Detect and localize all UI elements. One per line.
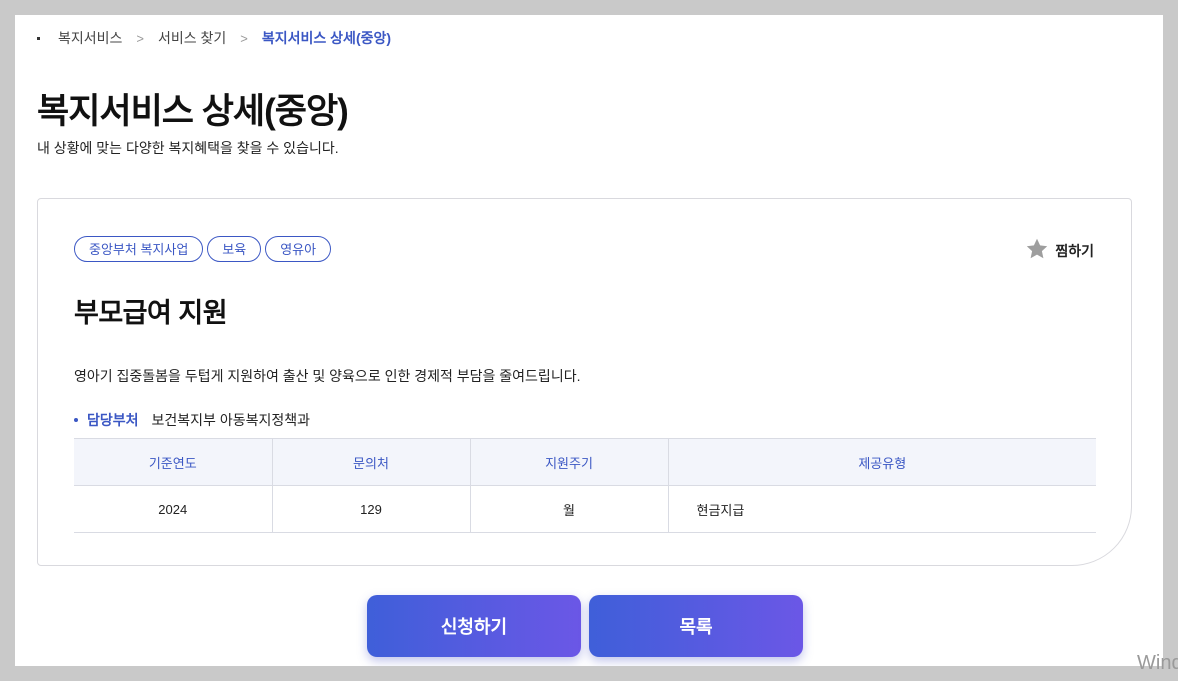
breadcrumb: 복지서비스 > 서비스 찾기 > 복지서비스 상세(중앙) xyxy=(37,28,391,48)
cell-contact: 129 xyxy=(272,485,471,533)
favorite-label: 찜하기 xyxy=(1055,242,1094,259)
cell-provision-type: 현금지급 xyxy=(668,485,1096,533)
cell-support-cycle: 월 xyxy=(470,485,669,533)
breadcrumb-item-welfare[interactable]: 복지서비스 xyxy=(58,28,122,48)
cell-base-year: 2024 xyxy=(74,485,273,533)
chevron-right-icon: > xyxy=(240,30,248,46)
table-row: 2024 129 월 현금지급 xyxy=(74,485,1096,533)
table-header-row: 기준연도 문의처 지원주기 제공유형 xyxy=(74,438,1096,486)
tag-list: 중앙부처 복지사업 보육 영유아 xyxy=(74,236,332,262)
department-row: 담당부처 보건복지부 아동복지정책과 xyxy=(74,410,310,430)
service-info-table: 기준연도 문의처 지원주기 제공유형 2024 129 월 현금지급 xyxy=(74,438,1096,533)
tag-childcare[interactable]: 보육 xyxy=(207,236,262,262)
bullet-icon xyxy=(74,418,78,422)
header-base-year: 기준연도 xyxy=(74,438,273,486)
breadcrumb-item-search[interactable]: 서비스 찾기 xyxy=(158,28,226,48)
apply-button[interactable]: 신청하기 xyxy=(367,595,581,657)
os-watermark: Wind xyxy=(1137,652,1178,674)
page-title: 복지서비스 상세(중앙) xyxy=(37,92,349,131)
page-subtitle: 내 상황에 맞는 다양한 복지혜택을 찾을 수 있습니다. xyxy=(37,140,339,156)
page: 복지서비스 > 서비스 찾기 > 복지서비스 상세(중앙) 복지서비스 상세(중… xyxy=(15,15,1163,666)
chevron-right-icon: > xyxy=(136,30,144,46)
favorite-button[interactable]: 찜하기 xyxy=(1025,237,1094,264)
tag-central-ministry[interactable]: 중앙부처 복지사업 xyxy=(74,236,204,262)
department-label: 담당부처 xyxy=(87,412,139,428)
service-description: 영아기 집중돌봄을 두텁게 지원하여 출산 및 양육으로 인한 경제적 부담을 … xyxy=(74,368,581,384)
header-contact: 문의처 xyxy=(272,438,471,486)
list-button[interactable]: 목록 xyxy=(589,595,803,657)
header-provision-type: 제공유형 xyxy=(668,438,1096,486)
breadcrumb-item-current: 복지서비스 상세(중앙) xyxy=(261,30,392,46)
tag-infant[interactable]: 영유아 xyxy=(265,236,332,262)
header-support-cycle: 지원주기 xyxy=(470,438,669,486)
service-card: 중앙부처 복지사업 보육 영유아 찜하기 부모급여 지원 영아기 집중돌봄을 두… xyxy=(37,198,1132,566)
action-buttons: 신청하기 목록 xyxy=(367,595,803,657)
home-dot-icon xyxy=(37,36,40,40)
star-icon xyxy=(1025,237,1049,264)
department-value: 보건복지부 아동복지정책과 xyxy=(151,412,310,428)
service-title: 부모급여 지원 xyxy=(74,298,228,328)
